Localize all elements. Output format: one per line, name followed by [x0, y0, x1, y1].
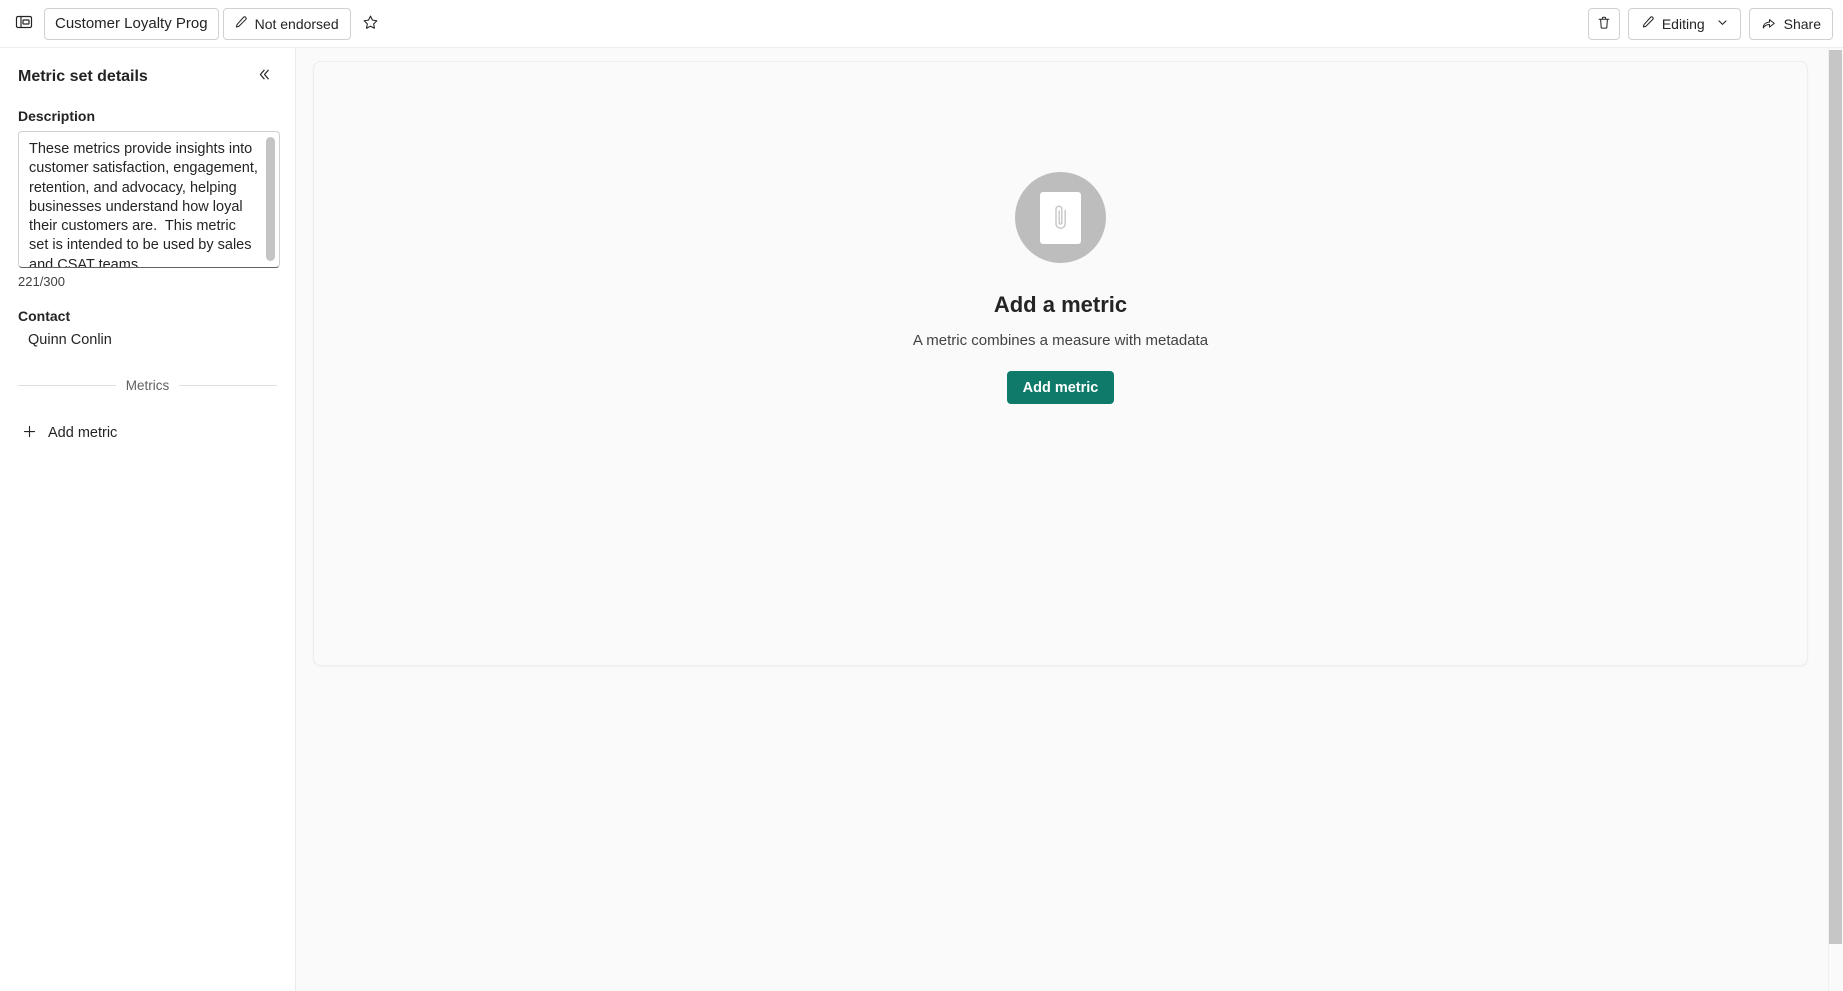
pencil-icon [233, 15, 248, 33]
main-content-area: Add a metric A metric combines a measure… [296, 48, 1843, 991]
sidebar-add-metric-button[interactable]: Add metric [18, 419, 121, 447]
empty-state-title: Add a metric [993, 292, 1128, 317]
contact-label: Contact [18, 308, 71, 324]
endorsement-label: Not endorsed [254, 15, 339, 32]
add-metric-button[interactable]: Add metric [1006, 371, 1115, 404]
page-scrollbar-thumb[interactable] [1829, 50, 1842, 944]
share-icon [1761, 15, 1777, 34]
metric-set-title-input[interactable]: Customer Loyalty Prog [44, 7, 219, 40]
editing-mode-label: Editing [1661, 16, 1705, 32]
metrics-section-divider: Metrics [18, 378, 277, 393]
metric-set-details-sidebar: Metric set details Description These met… [0, 48, 296, 991]
top-command-bar: Customer Loyalty Prog Not endorsed Editi… [0, 0, 1843, 48]
description-label: Description [18, 108, 96, 124]
description-char-count: 221/300 [18, 274, 65, 289]
plus-icon [22, 424, 37, 442]
illustration-sheet [1040, 191, 1081, 244]
topbar-right-group: Editing Share [1587, 0, 1833, 48]
divider-line-right [179, 385, 277, 386]
star-icon [362, 14, 379, 34]
topbar-left-group: Customer Loyalty Prog Not endorsed [0, 7, 387, 40]
divider-line-left [18, 385, 116, 386]
share-label: Share [1783, 16, 1821, 32]
sidebar-collapse-button[interactable] [251, 64, 277, 90]
double-chevron-left-icon [257, 67, 272, 87]
sidebar-title: Metric set details [18, 68, 148, 85]
empty-state-card: Add a metric A metric combines a measure… [313, 61, 1808, 666]
page-scrollbar[interactable] [1828, 48, 1843, 991]
description-input[interactable]: These metrics provide insights into cust… [18, 131, 280, 268]
sidebar-add-metric-label: Add metric [48, 425, 118, 441]
description-scrollbar[interactable] [266, 134, 277, 267]
paperclip-document-icon [1015, 172, 1106, 263]
editing-mode-button[interactable]: Editing [1627, 8, 1741, 40]
metrics-divider-label: Metrics [125, 378, 170, 393]
endorsement-button[interactable]: Not endorsed [222, 7, 351, 40]
share-button[interactable]: Share [1748, 8, 1833, 40]
contact-value: Quinn Conlin [28, 332, 112, 348]
metric-set-title-value: Customer Loyalty Prog [55, 15, 208, 32]
description-value: These metrics provide insights into cust… [29, 141, 262, 268]
panel-layout-icon [15, 13, 33, 34]
pencil-icon [1640, 15, 1655, 33]
delete-button[interactable] [1587, 8, 1620, 40]
panel-layout-icon-button[interactable] [8, 8, 40, 40]
sidebar-header: Metric set details [18, 48, 277, 90]
favorite-button[interactable] [355, 8, 387, 40]
description-scrollbar-thumb[interactable] [266, 137, 275, 261]
chevron-down-icon [1716, 16, 1729, 32]
empty-state-subtitle: A metric combines a measure with metadat… [912, 332, 1209, 349]
trash-icon [1596, 15, 1612, 34]
